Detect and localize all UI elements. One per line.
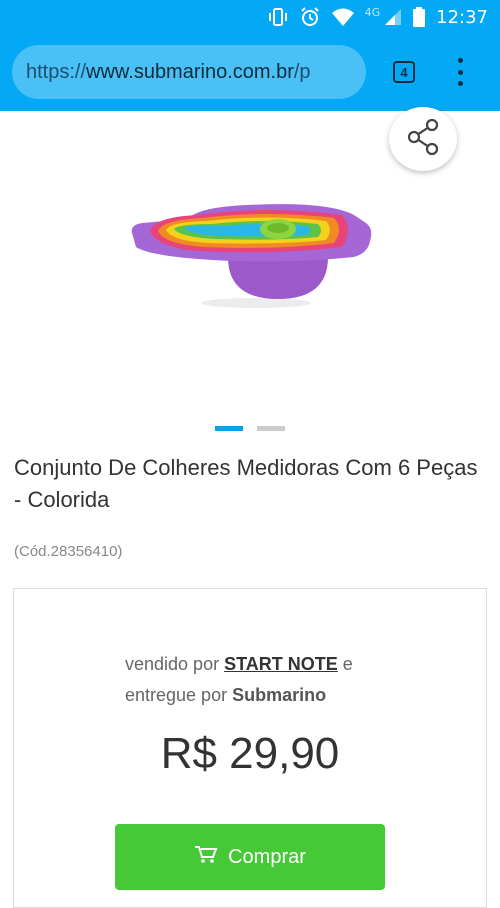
product-code: (Cód.28356410) bbox=[14, 543, 123, 560]
seller-info: vendido por START NOTE e entregue por Su… bbox=[125, 649, 425, 711]
overflow-menu-button[interactable] bbox=[450, 58, 470, 86]
battery-icon bbox=[412, 6, 426, 28]
signal-icon bbox=[384, 8, 402, 26]
product-title: Conjunto De Colheres Medidoras Com 6 Peç… bbox=[14, 455, 478, 512]
menu-dot bbox=[457, 69, 463, 75]
connector-text: e bbox=[342, 654, 353, 674]
clock: 12:37 bbox=[436, 6, 488, 28]
browser-header: 4G 12:37 https://www.submarino.com.br/p … bbox=[0, 0, 500, 111]
wifi-icon bbox=[331, 7, 355, 27]
delivered-by-label: entregue por bbox=[125, 685, 228, 705]
share-icon bbox=[405, 117, 441, 162]
network-type: 4G bbox=[364, 5, 381, 19]
buy-label: Comprar bbox=[228, 845, 306, 868]
status-bar: 4G 12:37 bbox=[0, 0, 500, 34]
menu-dot bbox=[457, 81, 463, 86]
carousel-dot-active[interactable] bbox=[215, 426, 243, 431]
alarm-icon bbox=[299, 6, 321, 28]
image-carousel-indicator bbox=[215, 426, 285, 431]
seller-link[interactable]: START NOTE bbox=[224, 654, 338, 674]
buy-button[interactable]: Comprar bbox=[115, 824, 385, 890]
tab-count: 4 bbox=[400, 64, 408, 80]
offer-card: vendido por START NOTE e entregue por Su… bbox=[13, 588, 487, 908]
sold-by-label: vendido por bbox=[125, 654, 220, 674]
carousel-dot[interactable] bbox=[257, 426, 285, 431]
url-path: /p bbox=[293, 60, 311, 83]
menu-dot bbox=[457, 58, 463, 63]
delivered-by-name: Submarino bbox=[232, 685, 327, 705]
tab-switcher-button[interactable]: 4 bbox=[393, 61, 415, 83]
cart-icon bbox=[194, 844, 218, 870]
url-scheme: https:// bbox=[26, 60, 87, 83]
url-bar[interactable]: https://www.submarino.com.br/p bbox=[12, 45, 366, 99]
share-button[interactable] bbox=[389, 107, 457, 171]
vibrate-icon bbox=[267, 6, 289, 28]
product-image[interactable] bbox=[128, 195, 378, 315]
url-host: www.submarino.com.br bbox=[86, 60, 294, 83]
price: R$ 29,90 bbox=[160, 729, 340, 778]
